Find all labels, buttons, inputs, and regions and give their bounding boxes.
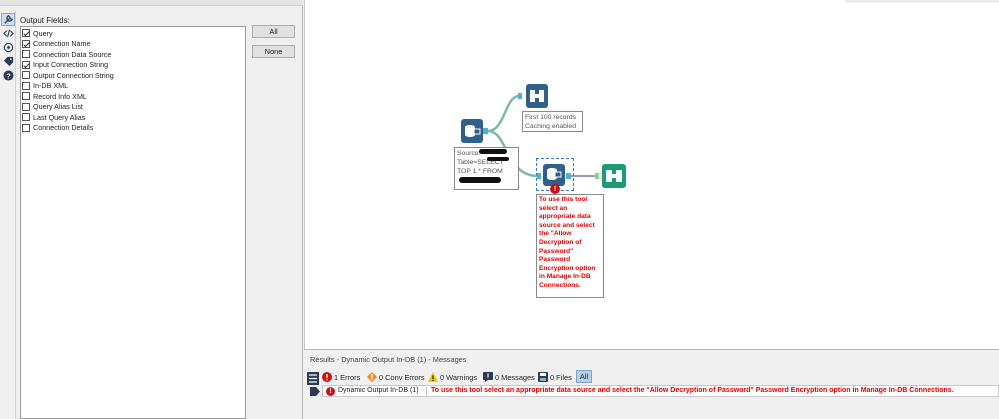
annotation-line: Password" xyxy=(539,247,574,255)
row-error-icon: ! xyxy=(326,387,335,396)
field-row-last-query-alias[interactable]: Last Query Alias xyxy=(22,112,85,122)
annotation-line: in Manage In-DB xyxy=(539,273,591,281)
field-checkbox[interactable] xyxy=(22,92,30,100)
config-tool-strip: ? xyxy=(0,11,16,419)
connector-to-browse-top[interactable] xyxy=(487,94,520,133)
select-all-button[interactable]: All xyxy=(252,25,295,38)
browse-in-db-tool-top[interactable] xyxy=(518,84,550,108)
annotation-line: Password xyxy=(539,256,571,264)
field-row-query[interactable]: Query xyxy=(22,28,53,38)
code-icon[interactable] xyxy=(1,27,15,40)
field-checkbox[interactable] xyxy=(22,50,30,58)
field-row-output-connection-string[interactable]: Output Connection String xyxy=(22,70,114,80)
files-filter[interactable]: 0 Files xyxy=(538,371,572,383)
messages-count: 0 Messages xyxy=(495,372,535,382)
field-row-connection-name[interactable]: Connection Name xyxy=(22,39,91,49)
error-annotation: To use this tool select an appropriate d… xyxy=(536,194,604,298)
output-fields-label: Output Fields: xyxy=(20,16,70,25)
redaction-scribble xyxy=(459,177,501,183)
messages-filter[interactable]: 0 Messages xyxy=(483,371,535,383)
file-icon xyxy=(538,372,548,382)
annotation-line: the "Allow xyxy=(539,230,572,238)
field-label: Connection Details xyxy=(33,123,94,132)
wrench-icon[interactable] xyxy=(1,13,15,26)
tag-icon[interactable] xyxy=(1,55,15,68)
field-checkbox[interactable] xyxy=(22,39,30,48)
field-label: Query xyxy=(33,28,53,38)
conv-errors-count: 0 Conv Errors xyxy=(379,372,425,382)
conv-error-icon xyxy=(367,372,377,382)
browse-annotation: First 100 records Caching enabled xyxy=(522,111,583,132)
field-checkbox[interactable] xyxy=(22,29,30,37)
row-pointer-icon xyxy=(310,387,320,396)
conv-errors-filter[interactable]: 0 Conv Errors xyxy=(367,371,425,383)
select-none-button[interactable]: None xyxy=(252,45,295,58)
browse-tool-right[interactable] xyxy=(595,164,629,188)
help-icon[interactable]: ? xyxy=(1,69,15,82)
field-label: Query Alias List xyxy=(33,102,83,111)
message-row[interactable]: ! Dynamic Output In-DB (1) To use this t… xyxy=(322,385,999,397)
connect-in-db-tool[interactable] xyxy=(461,119,488,143)
redaction-scribble xyxy=(487,157,509,161)
message-tool-name: Dynamic Output In-DB (1) xyxy=(338,387,427,396)
warnings-count: 0 Warnings xyxy=(440,372,478,382)
annotation-line: select an xyxy=(539,204,568,212)
field-row-connection-data-source[interactable]: Connection Data Source xyxy=(22,49,111,59)
results-panel: Results - Dynamic Output In-DB (1) - Mes… xyxy=(304,349,999,419)
warnings-filter[interactable]: 0 Warnings xyxy=(428,371,477,383)
tag-config-icon[interactable] xyxy=(1,41,15,54)
message-icon xyxy=(483,372,493,382)
connection-lines xyxy=(487,94,597,178)
field-label: Output Connection String xyxy=(33,70,114,80)
field-row-query-alias-list[interactable]: Query Alias List xyxy=(22,102,83,112)
field-row-connection-details[interactable]: Connection Details xyxy=(22,123,93,133)
error-icon xyxy=(322,372,332,382)
field-label: In-DB XML xyxy=(33,81,69,90)
field-row-in-db-xml[interactable]: In-DB XML xyxy=(22,81,68,91)
field-row-record-info-xml[interactable]: Record Info XML xyxy=(22,91,87,101)
field-row-input-connection-string[interactable]: Input Connection String xyxy=(22,60,108,70)
field-label: Record Info XML xyxy=(33,91,87,101)
field-checkbox[interactable] xyxy=(22,60,30,69)
errors-filter[interactable]: 1 Errors xyxy=(322,371,360,383)
field-checkbox[interactable] xyxy=(22,123,30,132)
annotation-line: appropriate data xyxy=(539,213,591,221)
field-label: Last Query Alias xyxy=(33,112,86,122)
workflow-canvas[interactable]: ! First 100 records Caching enabled Sour… xyxy=(304,0,999,349)
annotation-line: Caching enabled xyxy=(525,123,577,130)
warning-icon xyxy=(428,372,438,382)
field-label: Input Connection String xyxy=(33,60,109,69)
configuration-panel: ? Output Fields: Query Connection Name C… xyxy=(0,0,303,419)
field-checkbox[interactable] xyxy=(22,81,30,90)
annotation-line: Encryption option xyxy=(539,264,596,272)
output-fields-list: Query Connection Name Connection Data So… xyxy=(20,26,246,419)
message-text: To use this tool select an appropriate d… xyxy=(431,387,954,394)
annotation-line: source and select xyxy=(539,221,595,229)
annotation-line: Decryption of xyxy=(539,238,582,246)
config-title-bar xyxy=(0,0,303,6)
field-label: Connection Name xyxy=(33,39,91,48)
redaction-scribble xyxy=(479,149,507,154)
field-label: Connection Data Source xyxy=(33,49,112,59)
annotation-line: To use this tool xyxy=(539,196,588,203)
annotation-line: Connections. xyxy=(539,281,581,289)
results-title: Results - Dynamic Output In-DB (1) - Mes… xyxy=(310,355,467,364)
tool-error-badge: ! xyxy=(550,184,560,194)
files-count: 0 Files xyxy=(550,372,572,382)
results-toolbar: 1 Errors 0 Conv Errors 0 Warnings 0 Mess… xyxy=(309,370,999,384)
all-filter-tab[interactable]: All xyxy=(576,370,592,383)
field-checkbox[interactable] xyxy=(22,113,30,121)
annotation-line: TOP 1 * FROM xyxy=(457,168,503,175)
errors-count: 1 Errors xyxy=(334,372,361,382)
field-checkbox[interactable] xyxy=(22,71,30,79)
svg-text:?: ? xyxy=(6,71,11,80)
field-checkbox[interactable] xyxy=(22,102,30,111)
annotation-line: First 100 records xyxy=(525,114,576,121)
